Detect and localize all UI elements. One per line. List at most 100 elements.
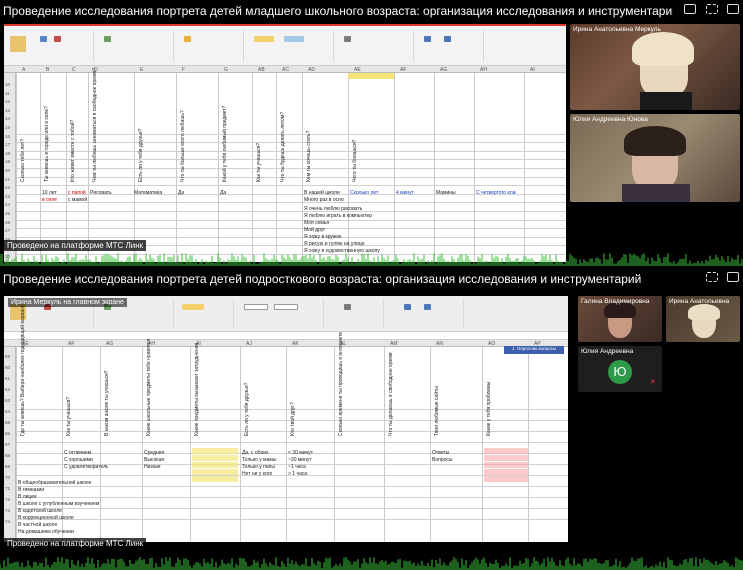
insert-cells-icon[interactable]	[344, 304, 351, 310]
row-number[interactable]: 21	[5, 177, 10, 182]
table-cell[interactable]: В нашей школе	[304, 190, 344, 196]
table-cell[interactable]: Да	[178, 190, 218, 196]
list-item[interactable]: Я хожу в кружок	[304, 234, 434, 240]
list-item[interactable]: Я очень люблю рисовать	[304, 206, 434, 212]
table-format-icon[interactable]	[284, 36, 304, 42]
table-cell[interactable]: 4 минут	[396, 190, 436, 196]
table-cell[interactable]: Математика	[134, 190, 174, 196]
table-cell[interactable]: < 30 минут	[288, 450, 332, 456]
table-cell[interactable]: С отличием	[64, 450, 108, 456]
expand-icon[interactable]	[706, 272, 720, 284]
row-number[interactable]: 16	[5, 134, 10, 139]
column-letter[interactable]: AJ	[246, 341, 252, 347]
fullscreen-icon[interactable]	[727, 4, 741, 16]
table-cell[interactable]: Ответы	[432, 450, 476, 456]
list-item[interactable]: В лицее	[18, 494, 168, 500]
table-cell[interactable]: Сколько лет	[350, 190, 390, 196]
row-number[interactable]: 74	[5, 519, 10, 524]
list-item[interactable]: В гимназии	[18, 487, 168, 493]
row-number[interactable]: 62	[5, 387, 10, 392]
column-letter[interactable]: G	[224, 67, 228, 73]
expand-icon[interactable]	[706, 4, 720, 16]
list-item[interactable]: В частной школе	[18, 522, 168, 528]
row-number[interactable]: 23	[5, 194, 10, 199]
column-letter[interactable]: E	[140, 67, 143, 73]
table-cell[interactable]: Низкая	[144, 464, 188, 470]
font-color-icon[interactable]	[54, 36, 61, 42]
table-cell[interactable]: Да, с обоих	[242, 450, 286, 456]
row-number[interactable]: 22	[5, 185, 10, 190]
row-number[interactable]: 66	[5, 431, 10, 436]
table-cell[interactable]: Много раз в основном в селе	[304, 197, 344, 203]
table-cell[interactable]: ~1 часа	[288, 464, 332, 470]
list-item[interactable]: В кадетской школе	[18, 508, 168, 514]
table-cell[interactable]: с мамой	[68, 197, 108, 203]
column-letter[interactable]: AM	[390, 341, 398, 347]
column-letter[interactable]: AN	[436, 341, 443, 347]
participant-tile-1[interactable]: Галина Владимировна	[578, 296, 662, 342]
column-letter[interactable]: B	[46, 67, 49, 73]
row-number[interactable]: 25	[5, 211, 10, 216]
column-letter[interactable]: AB	[258, 67, 265, 73]
paste-icon[interactable]	[10, 36, 26, 52]
row-number[interactable]: 26	[5, 220, 10, 225]
font-icon[interactable]	[40, 36, 47, 42]
column-letter[interactable]: AG	[106, 341, 113, 347]
row-number[interactable]: 61	[5, 376, 10, 381]
table-cell[interactable]: С хорошими	[64, 457, 108, 463]
column-letter[interactable]: C	[72, 67, 76, 73]
find-icon[interactable]	[424, 304, 431, 310]
row-number[interactable]: 71	[5, 486, 10, 491]
participant-tile-2[interactable]: Юлия Андреевна Юнова	[570, 114, 740, 202]
row-number[interactable]: 59	[5, 354, 10, 359]
column-letter[interactable]: AO	[488, 341, 495, 347]
table-cell[interactable]: С четвертого класса	[476, 190, 516, 196]
column-letter[interactable]: AD	[308, 67, 315, 73]
row-number[interactable]: 70	[5, 475, 10, 480]
row-number[interactable]: 72	[5, 497, 10, 502]
row-number[interactable]: 12	[5, 99, 10, 104]
row-number[interactable]: 60	[5, 365, 10, 370]
column-letter[interactable]: AK	[292, 341, 299, 347]
fullscreen-icon[interactable]	[727, 272, 741, 284]
row-number[interactable]: 15	[5, 125, 10, 130]
row-number[interactable]: 64	[5, 409, 10, 414]
cell-style-icon[interactable]	[274, 304, 298, 310]
row-number[interactable]: 63	[5, 398, 10, 403]
row-number[interactable]: 65	[5, 420, 10, 425]
list-item[interactable]: В общеобразовательной школе	[18, 480, 168, 486]
row-number[interactable]: 10	[5, 82, 10, 87]
row-number[interactable]: 68	[5, 453, 10, 458]
row-number[interactable]: 20	[5, 168, 10, 173]
column-letter[interactable]: A	[22, 67, 25, 73]
find-icon[interactable]	[444, 36, 451, 42]
sort-icon[interactable]	[424, 36, 431, 42]
row-number[interactable]: 18	[5, 151, 10, 156]
row-number[interactable]: 17	[5, 142, 10, 147]
table-cell[interactable]: Нет ни у кого	[242, 471, 286, 477]
number-format-icon[interactable]	[184, 36, 191, 42]
insert-cells-icon[interactable]	[344, 36, 351, 42]
list-item[interactable]: Я люблю играть в компьютер	[304, 213, 434, 219]
table-cell[interactable]: С удовлетворительными	[64, 464, 108, 470]
table-cell[interactable]: Да	[220, 190, 260, 196]
conditional-format-icon[interactable]	[182, 304, 204, 310]
row-number[interactable]: 11	[5, 91, 10, 96]
column-letter[interactable]: AI	[530, 67, 535, 73]
sort-icon[interactable]	[404, 304, 411, 310]
column-letter[interactable]: AF	[68, 341, 74, 347]
participant-tile-3[interactable]: Юлия Андреевна Ю ✕	[578, 346, 662, 392]
list-item[interactable]: На домашнем обучении	[18, 529, 168, 535]
row-number[interactable]: 19	[5, 159, 10, 164]
list-item[interactable]: Моя семья	[304, 220, 434, 226]
chat-icon[interactable]	[684, 4, 698, 16]
conditional-format-icon[interactable]	[254, 36, 274, 42]
column-letter[interactable]: AG	[440, 67, 447, 73]
table-cell[interactable]: ~30 минут	[288, 457, 332, 463]
table-cell[interactable]: Мамины	[436, 190, 476, 196]
column-letter[interactable]: F	[182, 67, 185, 73]
column-letter[interactable]: AC	[282, 67, 289, 73]
participant-tile-2[interactable]: Ирина Анатольевна	[666, 296, 740, 342]
participant-tile-1[interactable]: Ирина Анатольевна Меркуль	[570, 24, 740, 110]
align-icon[interactable]	[104, 36, 111, 42]
